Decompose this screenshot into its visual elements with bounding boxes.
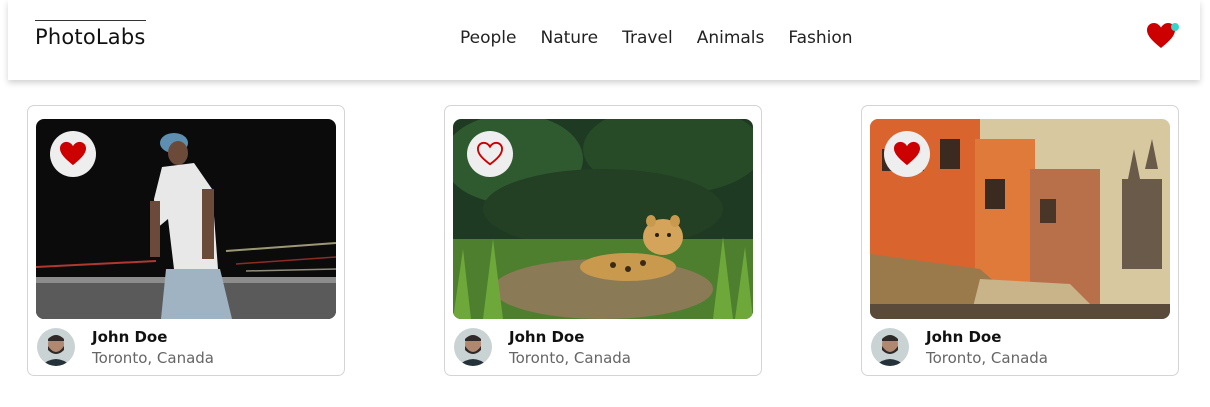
- heart-icon: [60, 141, 86, 166]
- like-button[interactable]: [50, 131, 96, 177]
- heart-icon: [894, 141, 920, 166]
- avatar: [37, 328, 75, 366]
- photo-image[interactable]: [453, 119, 753, 319]
- like-button[interactable]: [884, 131, 930, 177]
- photographer-location: Toronto, Canada: [92, 349, 214, 367]
- app-logo[interactable]: PhotoLabs: [35, 20, 146, 50]
- photo-card[interactable]: John Doe Toronto, Canada: [861, 105, 1179, 376]
- topic-animals[interactable]: Animals: [697, 26, 765, 50]
- photographer-name: John Doe: [509, 328, 585, 346]
- top-navigation-bar: PhotoLabs People Nature Travel Animals F…: [8, 0, 1200, 80]
- avatar: [454, 328, 492, 366]
- like-button[interactable]: [467, 131, 513, 177]
- topic-nature[interactable]: Nature: [540, 26, 598, 50]
- heart-outline-icon: [476, 141, 504, 166]
- photographer-location: Toronto, Canada: [509, 349, 631, 367]
- favorites-button[interactable]: [1146, 22, 1180, 50]
- avatar: [871, 328, 909, 366]
- photo-image[interactable]: [36, 119, 336, 319]
- photo-card[interactable]: John Doe Toronto, Canada: [444, 105, 762, 376]
- photo-list: John Doe Toronto, Canada John Doe Toront…: [27, 105, 1179, 377]
- photographer-name: John Doe: [92, 328, 168, 346]
- photographer-name: John Doe: [926, 328, 1002, 346]
- topic-people[interactable]: People: [460, 26, 516, 50]
- photo-image[interactable]: [870, 119, 1170, 319]
- notification-dot: [1171, 23, 1179, 31]
- topic-travel[interactable]: Travel: [622, 26, 673, 50]
- topic-list: People Nature Travel Animals Fashion: [460, 26, 853, 50]
- photographer-location: Toronto, Canada: [926, 349, 1048, 367]
- topic-fashion[interactable]: Fashion: [788, 26, 852, 50]
- photo-card[interactable]: John Doe Toronto, Canada: [27, 105, 345, 376]
